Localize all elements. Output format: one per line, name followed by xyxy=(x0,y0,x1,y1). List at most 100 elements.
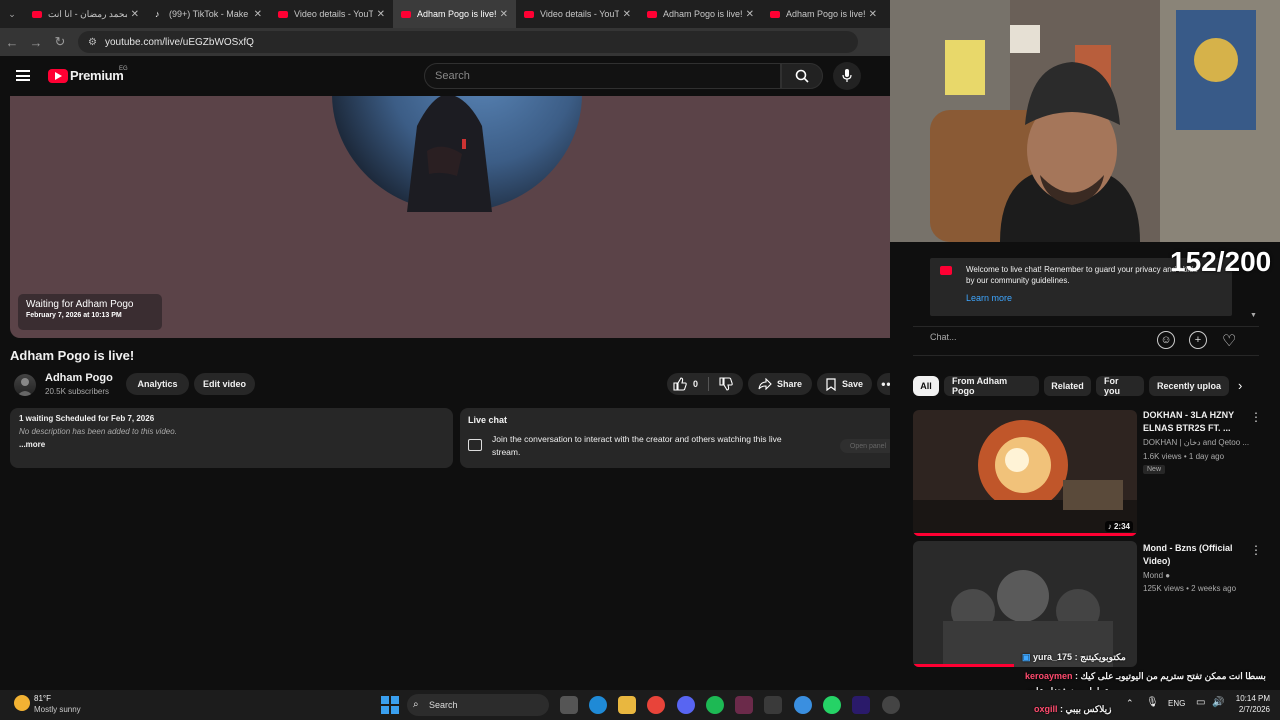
browser-tab[interactable]: محمد رمضان - انا انت ✕ xyxy=(24,0,147,28)
premiere-icon[interactable] xyxy=(852,696,870,714)
search-input[interactable]: Search xyxy=(424,63,781,89)
duration-badge: ♪ 2:34 xyxy=(1104,521,1133,532)
browser-tab[interactable]: Video details - YouTu ✕ xyxy=(270,0,393,28)
rec-title[interactable]: Mond - Bzns (Official Video) xyxy=(1143,542,1255,568)
video-player[interactable]: Waiting for Adham Pogo February 7, 2026 … xyxy=(10,96,902,338)
app-icon[interactable] xyxy=(764,696,782,714)
chip-for-you[interactable]: For you xyxy=(1096,376,1144,396)
windows-start-icon[interactable] xyxy=(381,696,399,714)
emoji-icon[interactable]: ☺ xyxy=(1157,331,1175,349)
channel-name[interactable]: Adham Pogo xyxy=(45,372,113,384)
spotify-icon[interactable] xyxy=(706,696,724,714)
close-icon[interactable]: ✕ xyxy=(377,9,385,20)
network-icon[interactable]: ▭ xyxy=(1196,697,1205,708)
tab-search-button[interactable]: ⌄ xyxy=(0,0,24,28)
chevron-right-icon[interactable]: › xyxy=(1238,378,1242,393)
browser-tab[interactable]: Adham Pogo is live! ✕ xyxy=(639,0,762,28)
analytics-button[interactable]: Analytics xyxy=(126,373,189,395)
browser-tab[interactable]: Adham Pogo is live! ✕ xyxy=(762,0,885,28)
tab-label: Video details - YouTu xyxy=(540,9,619,19)
close-icon[interactable]: ✕ xyxy=(869,9,877,20)
waiting-title: Waiting for Adham Pogo xyxy=(26,299,134,310)
browser-tab-active[interactable]: Adham Pogo is live! ✕ xyxy=(393,0,516,28)
browser-tab[interactable]: ♪ (99+) TikTok - Make Y ✕ xyxy=(147,0,270,28)
whatsapp-icon[interactable] xyxy=(823,696,841,714)
chat-input[interactable]: Chat... xyxy=(930,332,1146,350)
search-icon: ⌕ xyxy=(413,699,419,710)
microphone-icon[interactable]: 🎙 xyxy=(1146,697,1159,708)
channel-avatar[interactable] xyxy=(14,374,36,396)
voice-search-button[interactable] xyxy=(833,62,861,90)
close-icon[interactable]: ✕ xyxy=(131,9,139,20)
like-count: 0 xyxy=(693,379,699,389)
dislike-icon[interactable] xyxy=(719,377,733,391)
site-info-icon[interactable]: ⚙ xyxy=(88,37,97,48)
task-view-icon[interactable] xyxy=(560,696,578,714)
youtube-icon xyxy=(524,10,534,18)
app-icon[interactable] xyxy=(735,696,753,714)
chat-scroll-down-icon[interactable]: ▼ xyxy=(1250,312,1257,319)
app-icon[interactable] xyxy=(794,696,812,714)
chip-recently-uploaded[interactable]: Recently uploa xyxy=(1149,376,1229,396)
search-label: Search xyxy=(429,700,458,710)
like-icon[interactable] xyxy=(673,377,687,391)
watch-progress-bar xyxy=(913,533,1137,536)
close-icon[interactable]: ✕ xyxy=(623,9,631,20)
chip-related[interactable]: Related xyxy=(1044,376,1091,396)
chip-from-channel[interactable]: From Adham Pogo xyxy=(944,376,1039,396)
overlay-chat-user: oxgill xyxy=(1034,704,1058,714)
rec-channel[interactable]: DOKHAN | دخان and Qetoo ... xyxy=(1143,437,1249,449)
language-indicator[interactable]: ENG xyxy=(1168,699,1185,708)
heart-icon[interactable]: ♡ xyxy=(1222,331,1236,351)
rec-channel-name: Mond xyxy=(1143,571,1164,580)
close-icon[interactable]: ✕ xyxy=(254,9,262,20)
volume-icon[interactable]: 🔊 xyxy=(1212,697,1224,708)
add-icon[interactable]: + xyxy=(1189,331,1207,349)
clock-date[interactable]: 2/7/2026 xyxy=(1234,705,1270,714)
rec-channel[interactable]: Mond ● xyxy=(1143,570,1170,582)
youtube-header: Premium EG Search xyxy=(0,56,890,96)
rec-thumbnail[interactable] xyxy=(913,541,1137,667)
weather-icon[interactable] xyxy=(14,695,30,711)
url-field[interactable]: ⚙ youtube.com/live/uEGZbWOSxfQ xyxy=(78,31,858,53)
tiktok-icon: ♪ xyxy=(155,8,160,19)
chrome-icon[interactable] xyxy=(647,696,665,714)
edit-video-button[interactable]: Edit video xyxy=(194,373,255,395)
file-explorer-icon[interactable] xyxy=(618,696,636,714)
country-code: EG xyxy=(119,66,128,72)
discord-icon[interactable] xyxy=(677,696,695,714)
share-button[interactable]: Share xyxy=(748,373,812,395)
rec-title[interactable]: DOKHAN - 3LA HZNY ELNAS BTR2S FT. ... xyxy=(1143,409,1255,435)
divider xyxy=(708,377,710,391)
more-vertical-icon[interactable]: ⋮ xyxy=(1250,543,1262,557)
chip-all[interactable]: All xyxy=(913,376,939,396)
search-button[interactable] xyxy=(781,63,823,89)
edge-icon[interactable] xyxy=(589,696,607,714)
clock-time[interactable]: 10:14 PM xyxy=(1234,694,1270,703)
learn-more-link[interactable]: Learn more xyxy=(966,293,1012,303)
browser-tab[interactable]: Video details - YouTu ✕ xyxy=(516,0,639,28)
chevron-up-icon[interactable]: ⌃ xyxy=(1126,698,1134,709)
browser-tab-strip: ⌄ محمد رمضان - انا انت ✕ ♪ (99+) TikTok - … xyxy=(0,0,890,28)
more-vertical-icon[interactable]: ⋮ xyxy=(1250,410,1262,424)
youtube-logo-icon[interactable] xyxy=(48,69,68,83)
open-panel-button[interactable]: Open panel xyxy=(840,439,896,453)
logo-text: Premium xyxy=(70,68,124,83)
show-more-link[interactable]: ...more xyxy=(19,440,444,449)
menu-icon[interactable] xyxy=(16,70,30,81)
waiting-date: February 7, 2026 at 10:13 PM xyxy=(26,312,122,319)
close-icon[interactable]: ✕ xyxy=(500,9,508,20)
description-box[interactable]: 1 waiting Scheduled for Feb 7, 2026 No d… xyxy=(10,408,453,468)
back-arrow-icon[interactable]: ← xyxy=(0,35,24,50)
overlay-chat-line: keroaymen : بسطا انت ممكن تفتح ستريم من … xyxy=(1025,671,1266,681)
address-bar: ← → ↻ ⚙ youtube.com/live/uEGZbWOSxfQ xyxy=(0,28,890,56)
rec-thumbnail[interactable]: ♪ 2:34 xyxy=(913,410,1137,536)
reload-icon[interactable]: ↻ xyxy=(48,34,72,50)
close-icon[interactable]: ✕ xyxy=(746,9,754,20)
like-dislike-group: 0 xyxy=(667,373,743,395)
save-button[interactable]: Save xyxy=(817,373,872,395)
taskbar-search[interactable]: Search xyxy=(407,694,549,716)
forward-arrow-icon[interactable]: → xyxy=(24,35,48,50)
obs-icon[interactable] xyxy=(882,696,900,714)
tab-label: Adham Pogo is live! xyxy=(417,9,496,19)
